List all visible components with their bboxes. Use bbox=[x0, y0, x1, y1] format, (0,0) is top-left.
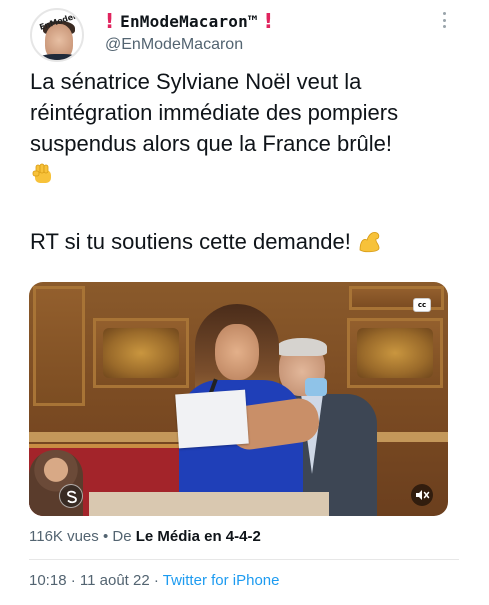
wall-panel bbox=[33, 286, 85, 406]
avatar-suit bbox=[36, 54, 82, 60]
tweet-timestamp: 10:18 · 11 août 22 · Twitter for iPhone bbox=[29, 572, 279, 589]
flexed-biceps-emoji-icon bbox=[359, 232, 380, 253]
closed-captions-button[interactable]: cc bbox=[413, 298, 431, 312]
exclamation-mark-icon: ! bbox=[105, 9, 115, 33]
divider bbox=[29, 559, 459, 560]
woman-face bbox=[215, 324, 259, 380]
tweet-time[interactable]: 10:18 bbox=[29, 572, 67, 589]
tweet-date[interactable]: 11 août 22 bbox=[80, 572, 150, 589]
view-count: 116K vues bbox=[29, 528, 99, 545]
raised-fist-emoji-icon bbox=[32, 163, 51, 183]
author-avatar[interactable]: EnModeMacaron bbox=[30, 8, 84, 62]
source-name-link[interactable]: Le Média en 4-4-2 bbox=[136, 528, 261, 545]
desk bbox=[89, 492, 329, 516]
tweet-client-link[interactable]: Twitter for iPhone bbox=[163, 572, 280, 589]
author-display-name[interactable]: EnModeMacaron™ bbox=[120, 12, 258, 31]
man-mask bbox=[305, 378, 327, 396]
tweet-text: La sénatrice Sylviane Noël veut la réint… bbox=[30, 66, 470, 190]
exclamation-mark-icon: ! bbox=[263, 9, 273, 33]
video-player[interactable]: cc bbox=[29, 282, 448, 516]
s-logo-icon bbox=[59, 484, 83, 508]
wall-carving bbox=[357, 328, 433, 378]
author-name-row[interactable]: ! EnModeMacaron™ ! bbox=[105, 10, 273, 32]
author-handle[interactable]: @EnModeMacaron bbox=[105, 36, 243, 54]
timestamp-dot: · bbox=[70, 572, 76, 589]
speaker-muted-icon[interactable] bbox=[411, 484, 433, 506]
call-to-action-text: RT si tu soutiens cette demande! bbox=[30, 229, 351, 254]
tweet-body: La sénatrice Sylviane Noël veut la réint… bbox=[30, 69, 399, 156]
video-meta: 116K vues • De Le Média en 4-4-2 bbox=[29, 528, 261, 545]
man-hair bbox=[277, 338, 327, 356]
timestamp-dot: · bbox=[153, 572, 159, 589]
meta-separator: • bbox=[102, 528, 109, 545]
tweet-card: EnModeMacaron ! EnModeMacaron™ ! @EnMode… bbox=[0, 0, 489, 605]
more-options-icon[interactable] bbox=[441, 12, 447, 28]
source-prefix: De bbox=[112, 528, 132, 545]
wall-carving bbox=[103, 328, 179, 378]
call-to-action: RT si tu soutiens cette demande! bbox=[30, 226, 383, 257]
paper-sheet bbox=[175, 389, 249, 449]
